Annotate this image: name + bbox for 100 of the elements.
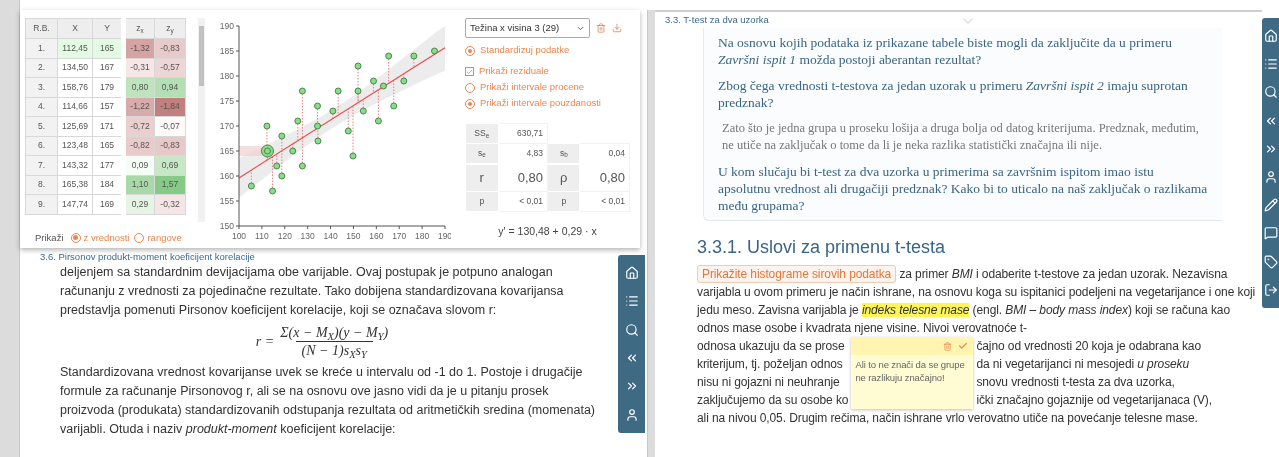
paragraph-text: odnosa ukazuju da se prose: [697, 338, 846, 355]
pencil-icon[interactable]: [1264, 198, 1278, 213]
stat-value: 0,04: [579, 143, 630, 164]
formula-denominator: (N − 1)s$_{X}$s$_{Y}$: [295, 341, 373, 359]
table-row[interactable]: 5. 125,69 171 -0,72 -0,07: [25, 116, 186, 136]
data-point: [431, 47, 438, 55]
paragraph-text: da ni vegetarijanci ni mesojedi u proseku: [976, 356, 1191, 373]
table-row[interactable]: 9. 147,74 169 0,29 -0,32: [25, 194, 186, 214]
column-header: R.B.: [25, 18, 58, 39]
data-point: [299, 87, 306, 95]
user-icon[interactable]: [624, 407, 639, 422]
check-icon[interactable]: [958, 341, 969, 351]
data-point: [314, 102, 321, 110]
stat-label: s$_{e}$: [465, 143, 499, 164]
stat-value: 0,80: [579, 163, 630, 192]
data-point: [390, 102, 398, 110]
data-point: [247, 182, 255, 190]
table-cell: 5.: [25, 116, 58, 136]
list-icon[interactable]: [624, 294, 639, 309]
highlighted-term[interactable]: indeks telesne mase: [861, 303, 970, 317]
logout-icon[interactable]: [1264, 282, 1278, 297]
x-tick-label: 130: [300, 231, 316, 241]
note-text: Ali to ne znači da se grupe ne razlikuju značajno!: [854, 358, 966, 384]
paragraph-text: nisu ni gojazni ni neuhranje: [697, 374, 841, 391]
data-point: [294, 117, 302, 125]
table-cell: 4.: [25, 97, 58, 117]
data-point: [273, 162, 281, 170]
question: Zbog čega vrednosti t-testova za jedan uzorak u primeru Završni ispit 2 imaju suprotan predznak?: [718, 77, 1189, 111]
data-point: [289, 147, 297, 155]
stat-value: < 0,01: [579, 191, 630, 212]
y-tick-label: 185: [219, 46, 235, 56]
data-point: [344, 127, 352, 135]
table-cell: 3.: [25, 77, 58, 97]
formula-numerator: Σ(x − M$_{X}$)(y − M$_{Y}$): [280, 324, 389, 341]
x-tick-label: 190: [437, 231, 453, 241]
y-axis: 150 155 160 165 170 175 180 185 190: [219, 21, 240, 231]
comment-icon[interactable]: [1264, 226, 1278, 241]
table-row[interactable]: 1. 112,45 165 -1,32 -0,83: [25, 38, 186, 58]
tag-icon[interactable]: [1264, 254, 1278, 269]
home-icon[interactable]: [624, 266, 639, 281]
data-point: [385, 52, 393, 60]
data-point: [354, 87, 362, 95]
data-point: [380, 82, 387, 90]
data-point: [314, 122, 321, 130]
breadcrumb[interactable]: 3.3. T-test za dva uzorka: [665, 12, 769, 28]
home-icon[interactable]: [1264, 29, 1278, 44]
data-point: [370, 77, 377, 85]
y-tick-label: 150: [219, 221, 235, 231]
paragraph: deljenjem sa standardnim devijacijama obe varijable. Ovaj postupak je potpuno analogan računanju z vrednosti za pojedinačne rezultate. Tako dobijena standardizovana kovarijansa predstavlja pomenuti Pirsonov koeficijent korelacije, koji se označava slovom r:: [59, 264, 565, 319]
formula-lhs: r =: [255, 333, 275, 351]
stat-label: ρ: [547, 163, 580, 192]
dataset-select[interactable]: Težina x visina 3 (29): [465, 18, 590, 38]
breadcrumb[interactable]: 3.6. Pirsonov produkt-moment koeficijent korelacije: [40, 250, 604, 263]
comment-note[interactable]: Ali to ne znači da se grupe ne razlikuju značajno!: [851, 337, 974, 409]
answer: Zato što je jedna grupa u proseku lošija a druga bolja od datog kriterijuma. Predznak, međutim, ne utiče na zaključak o tome da li je neka razlika statistički značajna ili nije.: [721, 120, 1200, 154]
data-point: [278, 132, 286, 140]
table-row[interactable]: 3. 158,76 179 0,80 0,94: [25, 77, 186, 97]
paragraph-text: ički značajno gojaznije od vegetarijanaca (V),: [976, 392, 1212, 409]
y-tick-label: 160: [219, 171, 235, 181]
data-point: [359, 107, 367, 115]
data-point: [314, 137, 322, 145]
stat-value: 630,71: [498, 123, 548, 144]
x-tick-label: 170: [392, 231, 407, 241]
x-tick-label: 180: [415, 231, 430, 241]
question: U kom slučaju bi t-test za dva uzorka u primerima sa završnim ispitom imao istu apsolutnu vrednost ali drugačiji predznak? Kako bi to uticalo na naš zaključak o razlikama među grupama?: [718, 163, 1208, 214]
search-icon[interactable]: [1264, 85, 1278, 100]
regression-equation: y' = 130,48 + 0,29 · x: [497, 224, 598, 239]
y-tick-label: 170: [219, 121, 235, 131]
paragraph-text: ali na nivou 0,05. Drugim rečima, način ishrane vrlo verovatno utiče na povećanje telesne mase.: [697, 410, 1199, 427]
data-point: [269, 187, 276, 195]
data-point: [299, 162, 306, 170]
checkbox[interactable]: [465, 67, 474, 76]
table-cell: 1.: [25, 38, 58, 58]
scrollbar[interactable]: [198, 18, 205, 222]
data-point: [354, 62, 362, 70]
column-header: z$_{x}$: [123, 18, 155, 39]
search-icon[interactable]: [624, 322, 639, 337]
x-tick-label: 160: [369, 231, 384, 241]
table-cell: 9.: [25, 194, 58, 214]
table-row[interactable]: 7. 143,32 177 0,09 0,69: [25, 155, 186, 175]
y-tick-label: 165: [219, 146, 235, 156]
stat-value: < 0,01: [498, 191, 548, 212]
user-icon[interactable]: [1264, 170, 1278, 185]
stat-label: s$_{b}$: [547, 143, 580, 164]
data-point: [334, 87, 342, 95]
paragraph: Standardizovana vrednost kovarijanse uvek se kreće u intervalu od -1 do 1. Postoje i drugačije formule za računanje Pirsonovog r, ali se na osnovu ove jasno vidi da je u pitanju prosek proizvoda (produkata) standardizovanih odstupanja rezultata od aritmetičkih sredina (momenata) varijabli. Otuda i naziv produkt-moment koeficijent korelacije:: [59, 364, 596, 438]
x-tick-label: 100: [231, 231, 247, 241]
table-cell: 8.: [25, 175, 58, 195]
column-header: X: [57, 18, 93, 39]
y-tick-label: 155: [219, 196, 235, 206]
question: Na osnovu kojih podataka iz prikazane tabele biste mogli da zaključite da u primeru Završni ispit 1 možda postoji aberantan rezultat?: [718, 34, 1173, 68]
delete-icon[interactable]: [596, 23, 606, 33]
paragraph-text: kriterijum, tj. poželjan odnos: [697, 356, 844, 373]
paragraph-text: čajno od vrednosti 20 koja je odabrana kao: [976, 338, 1203, 355]
y-tick-label: 175: [219, 96, 235, 106]
table-cell: 6.: [25, 136, 58, 156]
list-icon[interactable]: [1264, 57, 1278, 72]
stat-label: SS$_{e}$: [465, 123, 499, 144]
data-point: [263, 122, 271, 130]
y-tick-label: 190: [219, 21, 235, 31]
